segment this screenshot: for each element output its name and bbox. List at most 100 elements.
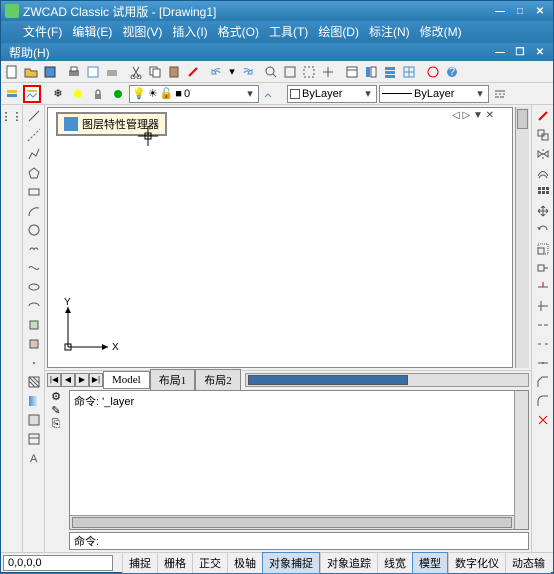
undo-dropdown-icon[interactable]: ▾	[227, 63, 237, 81]
status-dyn[interactable]: 动态输	[505, 553, 551, 573]
properties-icon[interactable]	[343, 63, 361, 81]
coordinate-display[interactable]: 0,0,0,0	[3, 555, 113, 571]
mtext-icon[interactable]: A	[25, 449, 43, 467]
rectangle-icon[interactable]	[25, 183, 43, 201]
doc-restore-button[interactable]: ❐	[511, 45, 529, 59]
layer-manager-icon[interactable]	[3, 85, 21, 103]
undo-icon[interactable]	[208, 63, 226, 81]
menu-edit[interactable]: 编辑(E)	[68, 21, 116, 42]
explode-icon[interactable]	[534, 411, 552, 429]
layer-freeze-icon[interactable]: ❄	[49, 85, 67, 103]
ellipse-icon[interactable]	[25, 278, 43, 296]
region-icon[interactable]	[25, 411, 43, 429]
mirror-icon[interactable]	[534, 145, 552, 163]
chamfer-icon[interactable]	[534, 373, 552, 391]
layer-off-icon[interactable]	[69, 85, 87, 103]
open-icon[interactable]	[22, 63, 40, 81]
scroll-thumb[interactable]	[72, 517, 512, 528]
close-button[interactable]: ✕	[531, 4, 549, 18]
polyline-icon[interactable]	[25, 145, 43, 163]
scroll-thumb[interactable]	[248, 375, 408, 385]
drawing-canvas[interactable]: ◁ ▷ ▼ ✕ 图层特性管理器	[47, 107, 513, 368]
circle-icon[interactable]	[25, 221, 43, 239]
hatch-icon[interactable]	[25, 373, 43, 391]
cut-icon[interactable]	[127, 63, 145, 81]
layer-combo[interactable]: 💡 ☀ 🔓 ■ 0 ▾	[129, 85, 259, 103]
scroll-thumb[interactable]	[517, 109, 528, 129]
spline-icon[interactable]	[25, 259, 43, 277]
status-lwt[interactable]: 线宽	[377, 553, 412, 573]
pan-icon[interactable]	[319, 63, 337, 81]
ellipse-arc-icon[interactable]	[25, 297, 43, 315]
print-preview-icon[interactable]	[84, 63, 102, 81]
paste-icon[interactable]	[165, 63, 183, 81]
construction-line-icon[interactable]	[25, 126, 43, 144]
status-otrack[interactable]: 对象追踪	[320, 553, 377, 573]
polygon-icon[interactable]	[25, 164, 43, 182]
linetype-manager-icon[interactable]	[491, 85, 509, 103]
linetype-combo[interactable]: ByLayer ▾	[287, 85, 377, 103]
cmdlog-vscroll[interactable]	[514, 391, 528, 529]
cmd-icon-3[interactable]: ⎘	[52, 418, 61, 431]
tab-model[interactable]: Model	[103, 371, 150, 389]
menu-view[interactable]: 视图(V)	[118, 21, 166, 42]
menu-help[interactable]: 帮助(H)	[5, 42, 54, 63]
join-icon[interactable]	[534, 354, 552, 372]
line-icon[interactable]	[25, 107, 43, 125]
vertical-scrollbar[interactable]	[515, 107, 529, 368]
zoom-extents-icon[interactable]	[281, 63, 299, 81]
rotate-icon[interactable]	[534, 221, 552, 239]
menu-tools[interactable]: 工具(T)	[265, 21, 312, 42]
help-icon[interactable]: ?	[443, 63, 461, 81]
tab-last-icon[interactable]: ▶|	[89, 373, 103, 387]
arc-icon[interactable]	[25, 202, 43, 220]
tool-palettes-icon[interactable]	[381, 63, 399, 81]
status-tablet[interactable]: 数字化仪	[448, 553, 505, 573]
menu-draw[interactable]: 绘图(D)	[314, 21, 363, 42]
erase-icon[interactable]	[534, 107, 552, 125]
menu-dimension[interactable]: 标注(N)	[365, 21, 414, 42]
offset-icon[interactable]	[534, 164, 552, 182]
status-model[interactable]: 模型	[412, 552, 448, 574]
print-icon[interactable]	[65, 63, 83, 81]
break-icon[interactable]	[534, 335, 552, 353]
status-polar[interactable]: 极轴	[227, 553, 262, 573]
cmdlog-hscroll[interactable]	[70, 515, 514, 529]
layer-color-icon[interactable]	[109, 85, 127, 103]
status-snap[interactable]: 捕捉	[122, 553, 157, 573]
extend-icon[interactable]	[534, 297, 552, 315]
grip-icon[interactable]: ⋮⋮	[3, 107, 21, 125]
table-icon[interactable]	[400, 63, 418, 81]
copy-icon[interactable]	[146, 63, 164, 81]
tab-first-icon[interactable]: |◀	[47, 373, 61, 387]
viewport-nav-icons[interactable]: ◁ ▷ ▼ ✕	[452, 110, 494, 121]
command-input[interactable]: 命令:	[69, 532, 529, 550]
menu-file[interactable]: 文件(F)	[19, 21, 66, 42]
break-at-point-icon[interactable]	[534, 316, 552, 334]
move-icon[interactable]	[534, 202, 552, 220]
maximize-button[interactable]: □	[511, 4, 529, 18]
new-icon[interactable]	[3, 63, 21, 81]
save-icon[interactable]	[41, 63, 59, 81]
menu-insert[interactable]: 插入(I)	[168, 21, 211, 42]
plot-icon[interactable]	[103, 63, 121, 81]
trim-icon[interactable]	[534, 278, 552, 296]
layer-lock-icon[interactable]	[89, 85, 107, 103]
doc-close-button[interactable]: ✕	[531, 45, 549, 59]
layer-properties-button[interactable]	[23, 85, 41, 103]
doc-minimize-button[interactable]: —	[491, 45, 509, 59]
cmd-icon-2[interactable]: ✎	[51, 404, 60, 417]
redo-icon[interactable]	[238, 63, 256, 81]
status-osnap[interactable]: 对象捕捉	[262, 552, 320, 574]
design-center-icon[interactable]	[362, 63, 380, 81]
menu-modify[interactable]: 修改(M)	[416, 21, 466, 42]
table-icon[interactable]	[25, 430, 43, 448]
scale-icon[interactable]	[534, 240, 552, 258]
make-block-icon[interactable]	[25, 335, 43, 353]
tab-prev-icon[interactable]: ◀	[61, 373, 75, 387]
horizontal-scrollbar[interactable]	[245, 373, 529, 387]
zoom-window-icon[interactable]	[300, 63, 318, 81]
zoom-realtime-icon[interactable]	[262, 63, 280, 81]
minimize-button[interactable]: —	[491, 4, 509, 18]
insert-block-icon[interactable]	[25, 316, 43, 334]
